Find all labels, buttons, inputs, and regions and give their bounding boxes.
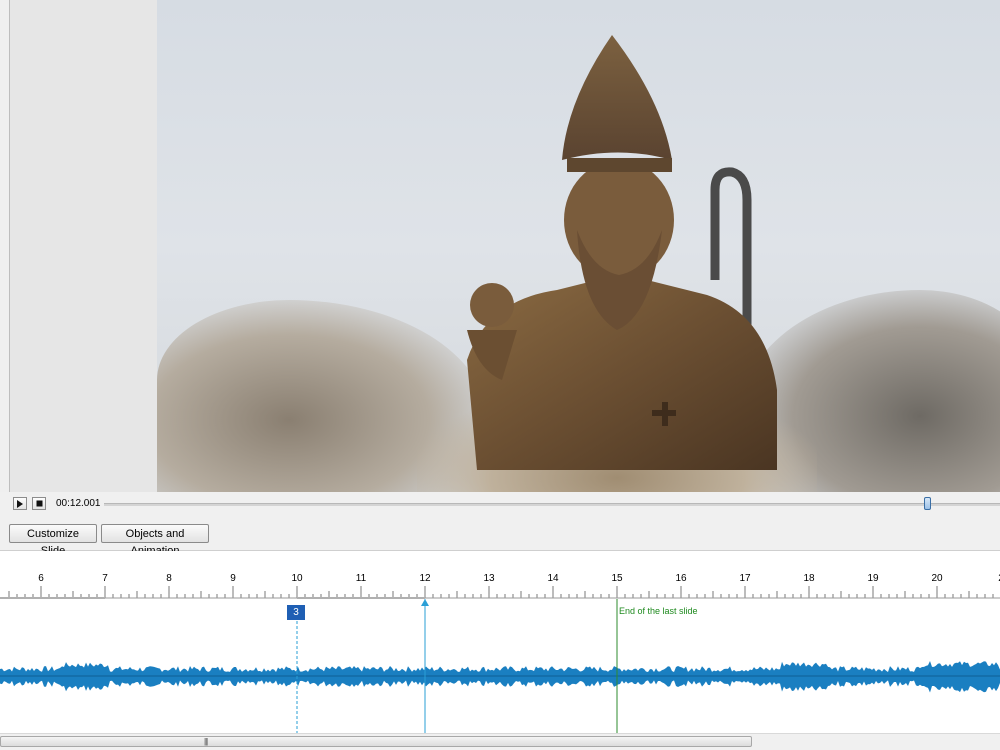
ruler-tick-label: 10 [291,573,303,584]
slide-preview [157,0,1000,492]
timeline-ruler[interactable]: 678910111213141516171819202 [0,551,1000,599]
timeline-scrollbar[interactable]: ||| [0,733,1000,750]
ruler-tick-label: 9 [230,573,236,584]
ruler-tick-label: 8 [166,573,172,584]
ruler-tick-label: 14 [547,573,559,584]
panel-edge [0,0,10,492]
play-button[interactable] [13,497,27,510]
ruler-tick-label: 7 [102,573,108,584]
audio-waveform [0,661,1000,693]
grip-icon: ||| [204,737,208,746]
time-display: 00:12.001 [56,498,101,509]
ruler-tick-label: 6 [38,573,44,584]
slide-toolbar: Customize Slide Objects and Animation [0,516,1000,557]
end-of-last-slide-label: End of the last slide [619,606,698,616]
timeline-canvas [0,599,1000,733]
playhead-marker [421,599,429,606]
ruler-tick-label: 15 [611,573,623,584]
ruler-tick-label: 16 [675,573,687,584]
ruler-tick-label: 13 [483,573,495,584]
stop-button[interactable] [32,497,46,510]
ruler-ticks [0,586,1000,599]
timeline-area[interactable]: 3 End of the last slide [0,599,1000,733]
stop-icon [36,500,42,507]
objects-animation-button[interactable]: Objects and Animation [101,524,209,557]
ruler-tick-label: 17 [739,573,751,584]
customize-slide-button[interactable]: Customize Slide [9,524,97,557]
seek-slider-thumb[interactable] [924,497,932,510]
ruler-tick-label: 12 [419,573,431,584]
statue-image [467,35,777,470]
player-bar: 00:12.001 [0,492,1000,517]
play-icon [17,499,23,508]
slide-list-panel [0,0,158,492]
scrollbar-thumb[interactable]: ||| [0,736,752,747]
ruler-tick-label: 20 [931,573,943,584]
ruler-tick-label: 19 [867,573,879,584]
seek-track[interactable] [104,503,1000,506]
ruler-tick-label: 11 [355,573,367,584]
ruler-tick-label: 18 [803,573,815,584]
slide-marker[interactable]: 3 [287,605,305,620]
